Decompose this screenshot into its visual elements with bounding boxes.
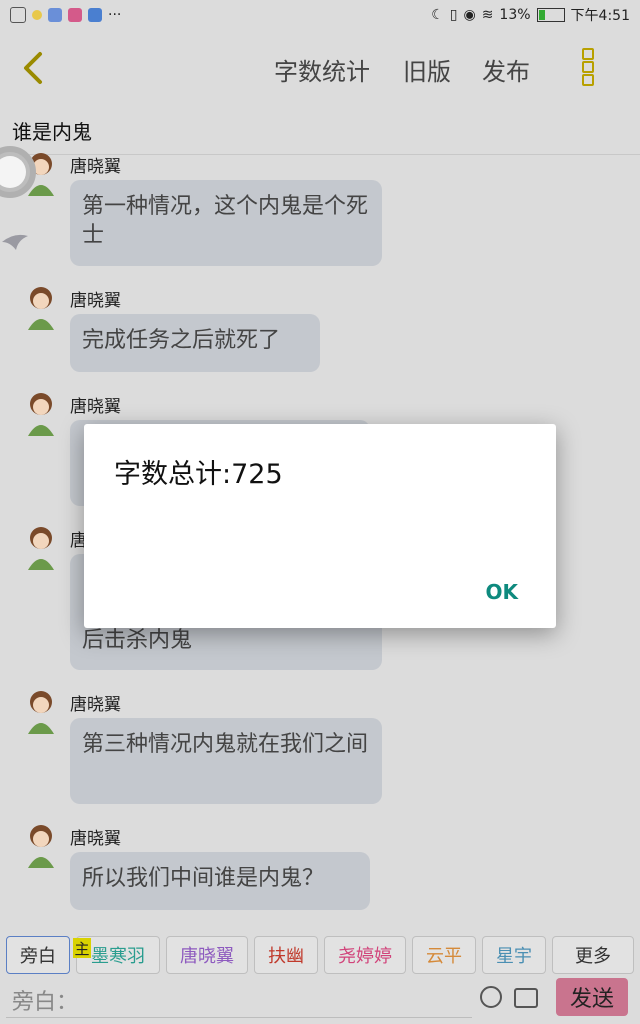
avatar (22, 284, 60, 332)
moon-icon: ☾ (431, 7, 444, 23)
battery-percent: 13% (499, 7, 531, 23)
role-chip[interactable]: 扶幽 (254, 936, 318, 974)
ok-button[interactable]: OK (486, 580, 519, 604)
message-bubble[interactable]: 所以我们中间谁是内鬼？ (70, 852, 370, 910)
message-bubble[interactable]: 第三种情况内鬼就在我们之间 (70, 718, 382, 804)
composer: 旁白： 发送 (0, 976, 640, 1024)
send-button[interactable]: 发送 (556, 978, 628, 1016)
message-bubble[interactable]: 第一种情况，这个内鬼是个死士 (70, 180, 382, 266)
old-version-button[interactable]: 旧版 (403, 52, 451, 87)
role-chip[interactable]: 星宇 (482, 936, 546, 974)
status-bar: ··· ☾ ▯ ◉ ≋ 13% 下午4:51 (0, 0, 640, 30)
publish-button[interactable]: 发布 (482, 52, 530, 87)
message-input[interactable]: 旁白： (6, 978, 472, 1018)
avatar (22, 524, 60, 572)
host-badge: 主 (73, 938, 91, 958)
toolbar: 字数统计 旧版 发布 (0, 36, 640, 100)
app-icon (10, 7, 26, 23)
role-chip-narrator[interactable]: 旁白 (6, 936, 70, 974)
app-icon (68, 8, 82, 22)
message-bubble[interactable]: 完成任务之后就死了 (70, 314, 320, 372)
back-arrow-icon[interactable] (20, 50, 48, 86)
role-chip[interactable]: 云平 (412, 936, 476, 974)
bulb-icon (32, 10, 42, 20)
bird-icon[interactable] (0, 228, 30, 254)
vibrate-icon: ▯ (449, 7, 458, 23)
avatar (22, 390, 60, 438)
role-selector: 旁白 墨寒羽 唐晓翼 扶幽 尧婷婷 云平 星宇 更多 (0, 934, 640, 978)
story-title: 谁是内鬼 (12, 120, 92, 144)
more-menu-icon[interactable] (582, 48, 596, 86)
notification-icons: ··· (10, 7, 121, 23)
battery-icon (536, 8, 565, 22)
role-chip[interactable]: 尧婷婷 (324, 936, 406, 974)
dialog-message: 字数总计:725 (114, 459, 283, 490)
sender-name: 唐晓翼 (70, 291, 121, 311)
app-icon (48, 8, 62, 22)
app-icon (88, 8, 102, 22)
word-count-dialog: 字数总计:725 OK (84, 424, 556, 628)
more-notifications-icon: ··· (108, 7, 122, 23)
avatar (22, 688, 60, 736)
more-roles-button[interactable]: 更多 (552, 936, 634, 974)
wifi-icon: ≋ (481, 7, 494, 23)
role-chip[interactable]: 唐晓翼 (166, 936, 248, 974)
sender-name: 唐晓翼 (70, 157, 121, 177)
eye-icon: ◉ (463, 7, 476, 23)
image-icon[interactable] (514, 988, 538, 1008)
emoji-icon[interactable] (480, 986, 502, 1008)
avatar (22, 822, 60, 870)
clock: 下午4:51 (570, 8, 630, 24)
sender-name: 唐晓翼 (70, 397, 121, 417)
sender-name: 唐晓翼 (70, 829, 121, 849)
system-icons: ☾ ▯ ◉ ≋ 13% 下午4:51 (431, 5, 630, 25)
sender-name: 唐晓翼 (70, 695, 121, 715)
word-count-button[interactable]: 字数统计 (274, 52, 370, 87)
